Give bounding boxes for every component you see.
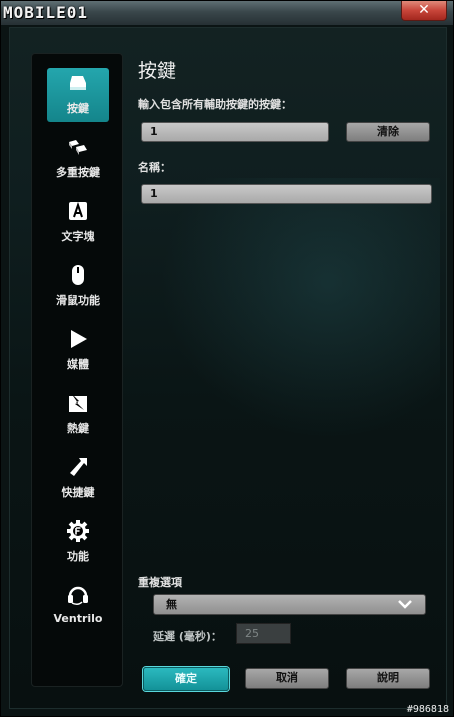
sidebar-item-function[interactable]: 功能 bbox=[47, 516, 109, 570]
function-gear-icon bbox=[67, 520, 89, 542]
page-title: 按鍵 bbox=[138, 60, 177, 82]
sidebar-item-shortcut[interactable]: 快捷鍵 bbox=[47, 452, 109, 506]
close-button[interactable]: ✕ bbox=[401, 1, 447, 21]
sidebar-item-text-block[interactable]: 文字塊 bbox=[47, 196, 109, 250]
sidebar-item-key[interactable]: 按鍵 bbox=[47, 68, 109, 122]
sidebar-item-label: 媒體 bbox=[67, 358, 89, 371]
headset-icon bbox=[68, 586, 88, 606]
play-icon bbox=[71, 330, 87, 348]
dialog-window: MOBILE01 ✕ 按鍵 多重按鍵 文字塊 滑鼠功能 媒體 熱鍵 快捷鍵 功能… bbox=[0, 0, 454, 717]
sidebar-item-media[interactable]: 媒體 bbox=[47, 324, 109, 378]
delay-label: 延遲 (毫秒)： bbox=[153, 630, 222, 643]
multi-key-icon bbox=[69, 140, 87, 155]
sidebar-item-label: 功能 bbox=[67, 550, 89, 563]
repeat-options-title: 重複選項 bbox=[138, 576, 182, 589]
sidebar: 按鍵 多重按鍵 文字塊 滑鼠功能 媒體 熱鍵 快捷鍵 功能 Ventrilo bbox=[31, 53, 123, 687]
delay-input[interactable]: 25 bbox=[236, 623, 291, 644]
hotkey-icon bbox=[69, 393, 87, 412]
title-bar: MOBILE01 ✕ bbox=[1, 1, 453, 25]
mouse-icon bbox=[72, 265, 84, 285]
sidebar-item-ventrilo[interactable]: Ventrilo bbox=[47, 580, 109, 634]
repeat-select[interactable]: 無 bbox=[153, 594, 426, 615]
key-input[interactable]: 1 bbox=[141, 122, 329, 142]
corner-id-text: #986818 bbox=[406, 704, 449, 715]
text-block-icon bbox=[69, 201, 87, 220]
ok-button[interactable]: 確定 bbox=[143, 667, 229, 691]
name-label: 名稱： bbox=[138, 161, 171, 174]
name-input[interactable]: 1 bbox=[141, 184, 432, 204]
sidebar-item-mouse[interactable]: 滑鼠功能 bbox=[47, 260, 109, 314]
shortcut-arrow-icon bbox=[70, 458, 87, 476]
key-icon bbox=[70, 76, 86, 90]
clear-button[interactable]: 清除 bbox=[346, 122, 430, 142]
sidebar-item-label: 滑鼠功能 bbox=[56, 294, 100, 307]
sidebar-item-label: 按鍵 bbox=[67, 102, 89, 115]
help-button[interactable]: 說明 bbox=[346, 668, 430, 689]
chevron-down-icon bbox=[398, 600, 412, 609]
sidebar-item-hotkey[interactable]: 熱鍵 bbox=[47, 388, 109, 442]
sidebar-item-multi-key[interactable]: 多重按鍵 bbox=[47, 132, 109, 186]
sidebar-item-label: 快捷鍵 bbox=[61, 486, 95, 499]
sidebar-item-label: 文字塊 bbox=[61, 230, 95, 243]
sidebar-item-label: Ventrilo bbox=[53, 612, 103, 625]
cancel-button[interactable]: 取消 bbox=[245, 668, 329, 689]
sidebar-item-label: 熱鍵 bbox=[67, 422, 89, 435]
repeat-select-value: 無 bbox=[166, 598, 177, 611]
key-prompt-label: 輸入包含所有輔助按鍵的按鍵： bbox=[138, 98, 292, 111]
background-glow bbox=[160, 178, 440, 438]
watermark-logo: MOBILE01 bbox=[3, 3, 89, 22]
sidebar-item-label: 多重按鍵 bbox=[56, 166, 100, 179]
